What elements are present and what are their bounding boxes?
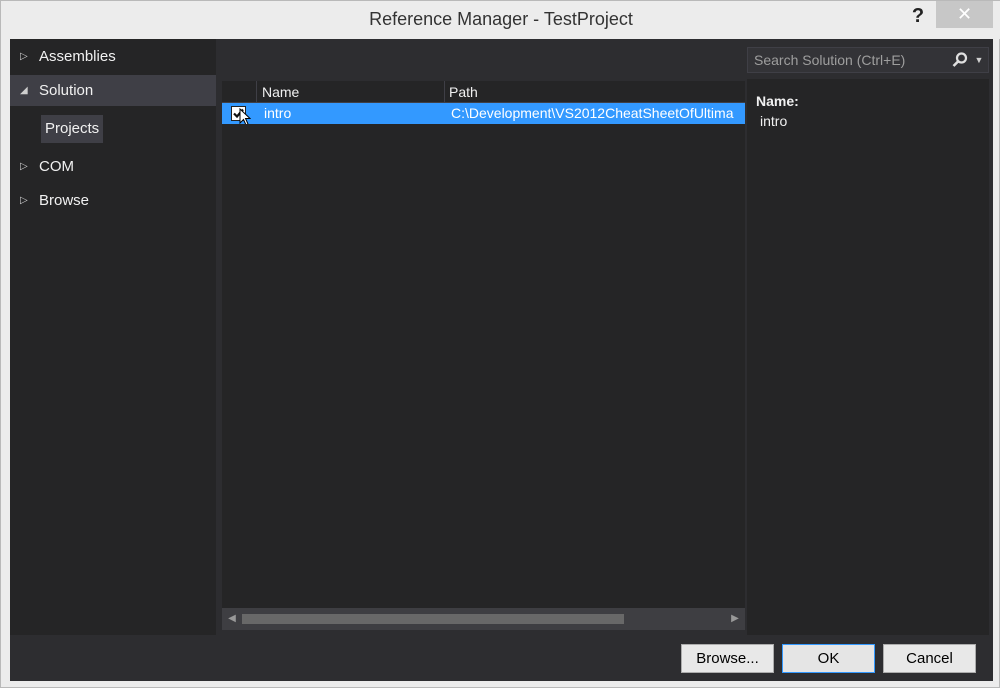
detail-name-value: intro xyxy=(760,113,788,129)
search-options-dropdown-icon[interactable]: ▼ xyxy=(971,48,987,72)
expand-arrow-icon: ▷ xyxy=(20,161,28,172)
detail-name-label: Name: xyxy=(756,93,799,109)
scrollbar-thumb[interactable] xyxy=(242,614,624,624)
browse-button-label: Browse... xyxy=(696,650,759,667)
nav-item-assemblies[interactable]: ▷ Assemblies xyxy=(10,41,216,72)
close-icon: ✕ xyxy=(956,4,973,24)
search-input[interactable] xyxy=(748,48,946,72)
title-bar: Reference Manager - TestProject ? ✕ xyxy=(1,1,1000,39)
expand-arrow-icon: ▷ xyxy=(20,195,28,206)
column-divider[interactable] xyxy=(256,81,257,103)
window-title: Reference Manager - TestProject xyxy=(369,9,633,29)
nav-item-solution[interactable]: ◢ Solution xyxy=(10,75,216,106)
row-path: C:\Development\VS2012CheatSheetOfUltima xyxy=(451,105,734,121)
category-nav: ▷ Assemblies ◢ Solution Projects ▷ COM ▷… xyxy=(10,39,216,635)
scroll-left-icon[interactable]: ◀ xyxy=(222,608,242,630)
dialog-body: ▷ Assemblies ◢ Solution Projects ▷ COM ▷… xyxy=(10,39,993,681)
collapse-arrow-icon: ◢ xyxy=(20,85,28,96)
browse-button[interactable]: Browse... xyxy=(681,644,774,673)
column-header-name[interactable]: Name xyxy=(262,81,299,103)
details-panel: Name: intro xyxy=(747,79,989,635)
column-header-path[interactable]: Path xyxy=(449,81,478,103)
ok-button-label: OK xyxy=(817,650,840,667)
mouse-cursor-icon xyxy=(239,108,251,124)
cancel-button[interactable]: Cancel xyxy=(883,644,976,673)
search-icon[interactable] xyxy=(951,51,969,69)
cancel-button-label: Cancel xyxy=(906,650,953,667)
nav-subitem-projects[interactable]: Projects xyxy=(41,115,104,143)
row-name: intro xyxy=(264,105,292,121)
grid-header: Name Path xyxy=(222,81,745,103)
nav-item-com[interactable]: ▷ COM xyxy=(10,151,216,182)
search-box: ▼ xyxy=(747,47,989,73)
scroll-right-icon[interactable]: ▶ xyxy=(725,608,745,630)
reference-grid: Name Path intro C:\Development\VS2012Che… xyxy=(222,81,745,630)
close-button[interactable]: ✕ xyxy=(936,1,993,28)
column-divider[interactable] xyxy=(444,81,445,103)
nav-item-browse[interactable]: ▷ Browse xyxy=(10,185,216,216)
expand-arrow-icon: ▷ xyxy=(20,51,28,62)
help-button[interactable]: ? xyxy=(905,3,931,29)
table-row[interactable]: intro C:\Development\VS2012CheatSheetOfU… xyxy=(222,103,745,124)
reference-manager-window: Reference Manager - TestProject ? ✕ ▷ As… xyxy=(0,0,1000,688)
ok-button[interactable]: OK xyxy=(782,644,875,673)
horizontal-scrollbar[interactable]: ◀ ▶ xyxy=(222,608,745,630)
